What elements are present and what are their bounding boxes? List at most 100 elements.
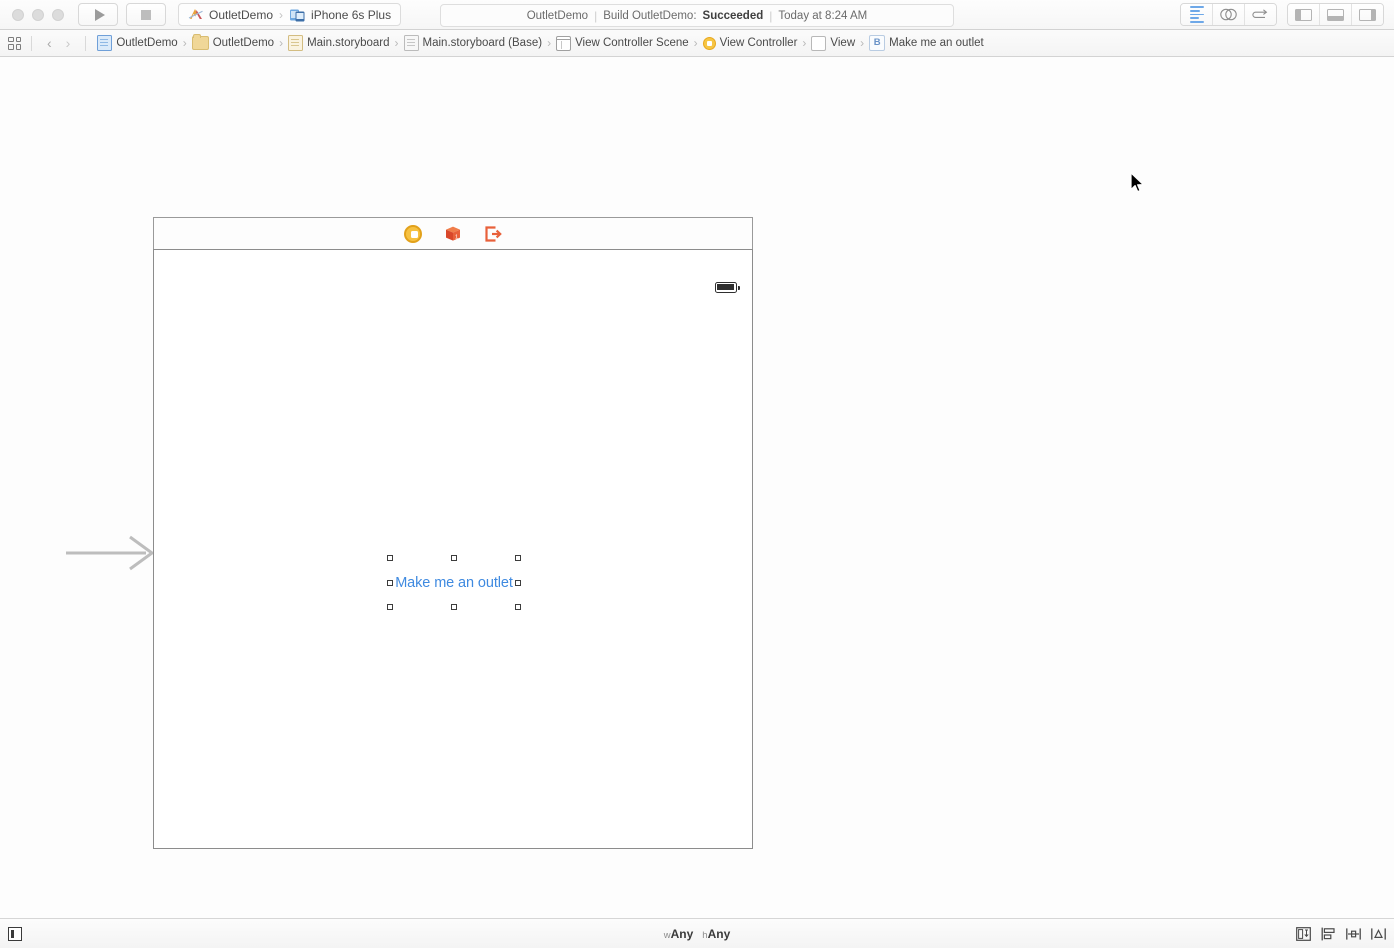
resolve-issues-icon[interactable]	[1371, 927, 1386, 941]
status-divider-1: |	[594, 9, 597, 23]
version-editor-button[interactable]	[1245, 4, 1276, 25]
resize-handle-top-right[interactable]	[515, 555, 521, 561]
breadcrumb-label: View Controller	[720, 37, 798, 49]
status-result: Succeeded	[703, 10, 764, 22]
bottom-panel-icon	[1327, 9, 1344, 21]
document-outline-icon[interactable]	[8, 927, 22, 941]
file-icon	[404, 35, 419, 51]
breadcrumb-chevron-icon: ›	[860, 36, 864, 50]
breadcrumb-chevron-icon: ›	[547, 36, 551, 50]
standard-editor-button[interactable]	[1181, 4, 1213, 25]
related-items-icon[interactable]	[8, 37, 21, 50]
stop-square-icon	[141, 10, 151, 20]
breadcrumb: ‹ › OutletDemo › OutletDemo › Main.story…	[0, 30, 1394, 57]
breadcrumb-label: OutletDemo	[116, 37, 177, 49]
toolbar-right-group	[1180, 3, 1384, 26]
breadcrumb-item-view-controller[interactable]: View Controller	[700, 37, 801, 50]
navigator-toggle-button[interactable]	[1288, 4, 1320, 25]
height-size-class: hAny	[702, 927, 730, 941]
stop-button[interactable]	[126, 3, 166, 26]
jumpbar-divider-1	[31, 36, 32, 51]
label-badge-icon: B	[869, 35, 885, 51]
breadcrumb-chevron-icon: ›	[279, 36, 283, 50]
destination-name: iPhone 6s Plus	[311, 8, 391, 22]
run-button[interactable]	[78, 3, 118, 26]
two-way-arrow-icon	[1252, 8, 1269, 21]
resize-handle-middle-left[interactable]	[387, 580, 393, 586]
view-controller-dock-icon[interactable]	[404, 225, 422, 243]
battery-icon	[715, 282, 740, 294]
scene-icon	[556, 36, 571, 51]
breadcrumb-label: OutletDemo	[213, 37, 274, 49]
status-target: OutletDemo	[527, 10, 588, 22]
mouse-pointer	[1130, 172, 1146, 194]
xcode-scheme-icon	[188, 7, 204, 22]
svg-text:1: 1	[455, 234, 458, 240]
resize-handle-top-center[interactable]	[451, 555, 457, 561]
selected-label[interactable]: Make me an outlet	[390, 572, 518, 593]
breadcrumb-item-label[interactable]: B Make me an outlet	[866, 35, 987, 51]
breadcrumb-label: Main.storyboard (Base)	[423, 37, 543, 49]
breadcrumb-item-storyboard[interactable]: Main.storyboard	[285, 35, 392, 51]
left-panel-icon	[1295, 9, 1312, 21]
breadcrumb-label: Make me an outlet	[889, 37, 984, 49]
breadcrumb-item-group[interactable]: OutletDemo	[189, 36, 277, 50]
scheme-chevron-icon: ›	[279, 8, 283, 22]
breadcrumb-label: View	[830, 37, 855, 49]
exit-dock-icon[interactable]	[484, 225, 502, 243]
scene-dock: 1	[153, 217, 753, 249]
zoom-window-button[interactable]	[52, 9, 64, 21]
breadcrumb-item-storyboard-base[interactable]: Main.storyboard (Base)	[401, 35, 546, 51]
back-button[interactable]: ‹	[40, 36, 59, 50]
status-time: Today at 8:24 AM	[778, 10, 867, 22]
scheme-name: OutletDemo	[209, 8, 273, 22]
forward-button[interactable]: ›	[59, 36, 78, 50]
width-value: Any	[671, 927, 694, 941]
width-size-class: wAny	[664, 927, 694, 941]
resize-handle-bottom-right[interactable]	[515, 604, 521, 610]
align-icon[interactable]	[1321, 927, 1336, 941]
interface-builder-canvas[interactable]: 1 Make me an outlet	[0, 57, 1394, 918]
embed-icon[interactable]	[1296, 927, 1311, 941]
resize-handle-bottom-left[interactable]	[387, 604, 393, 610]
status-action: Build OutletDemo:	[603, 10, 696, 22]
assistant-editor-button[interactable]	[1213, 4, 1245, 25]
run-stop-group	[78, 3, 166, 26]
pin-icon[interactable]	[1346, 927, 1361, 941]
debug-area-toggle-button[interactable]	[1320, 4, 1352, 25]
view-controller-scene[interactable]: 1 Make me an outlet	[153, 217, 753, 849]
autolayout-toolbar	[1296, 927, 1386, 941]
breadcrumb-chevron-icon: ›	[183, 36, 187, 50]
first-responder-dock-icon[interactable]: 1	[444, 225, 462, 243]
utilities-toggle-button[interactable]	[1352, 4, 1383, 25]
breadcrumb-item-scene[interactable]: View Controller Scene	[553, 36, 692, 51]
right-panel-icon	[1359, 9, 1376, 21]
view-controller-icon	[703, 37, 716, 50]
height-value: Any	[708, 927, 731, 941]
venn-circles-icon	[1219, 8, 1238, 21]
root-view[interactable]: Make me an outlet	[153, 249, 753, 849]
lines-icon	[1190, 6, 1204, 23]
label-text: Make me an outlet	[390, 572, 518, 593]
breadcrumb-chevron-icon: ›	[802, 36, 806, 50]
simulator-device-icon	[289, 8, 306, 22]
minimize-window-button[interactable]	[32, 9, 44, 21]
activity-status-view[interactable]: OutletDemo | Build OutletDemo: Succeeded…	[440, 4, 954, 27]
storyboard-icon	[288, 35, 303, 51]
breadcrumb-chevron-icon: ›	[395, 36, 399, 50]
scheme-destination-selector[interactable]: OutletDemo › iPhone 6s Plus	[178, 3, 401, 26]
breadcrumb-item-project[interactable]: OutletDemo	[94, 35, 180, 51]
play-icon	[95, 9, 105, 21]
resize-handle-top-left[interactable]	[387, 555, 393, 561]
editor-mode-segmented-control	[1180, 3, 1277, 26]
size-class-control[interactable]: wAny hAny	[664, 927, 731, 941]
status-divider-2: |	[769, 9, 772, 23]
close-window-button[interactable]	[12, 9, 24, 21]
main-toolbar: OutletDemo › iPhone 6s Plus OutletDemo |…	[0, 0, 1394, 30]
resize-handle-bottom-center[interactable]	[451, 604, 457, 610]
view-icon	[811, 36, 826, 51]
window-traffic-lights	[12, 9, 64, 21]
resize-handle-middle-right[interactable]	[515, 580, 521, 586]
initial-view-controller-arrow	[64, 535, 156, 571]
breadcrumb-item-view[interactable]: View	[808, 36, 858, 51]
